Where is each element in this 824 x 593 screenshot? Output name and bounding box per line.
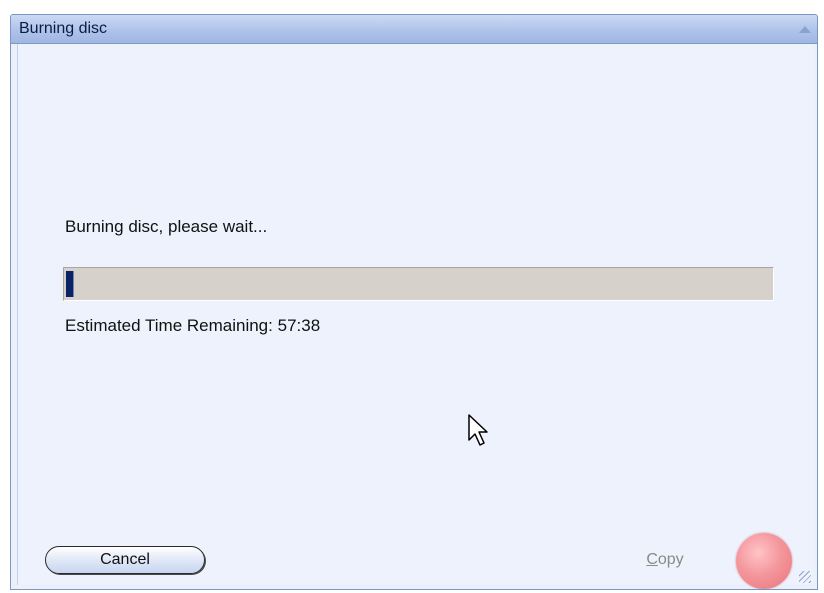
- resize-grip-icon[interactable]: [799, 571, 811, 583]
- time-remaining: Estimated Time Remaining: 57:38: [65, 316, 320, 336]
- record-icon[interactable]: [736, 533, 792, 589]
- window-title: Burning disc: [19, 20, 108, 37]
- titlebar[interactable]: Burning disc: [11, 15, 817, 44]
- chevron-up-icon[interactable]: [799, 26, 811, 33]
- copy-accesskey: C: [646, 551, 658, 568]
- mouse-pointer-icon: [468, 414, 488, 446]
- status-message: Burning disc, please wait...: [65, 217, 268, 236]
- copy-label: opy: [657, 551, 684, 568]
- copy-button[interactable]: Copy: [630, 548, 700, 572]
- time-remaining-value: 57:38: [277, 316, 321, 335]
- dialog-content: Burning disc, please wait... Estimated T…: [17, 44, 813, 589]
- burning-disc-dialog: Burning disc Burning disc, please wait..…: [10, 14, 818, 590]
- time-remaining-label: Estimated Time Remaining:: [65, 316, 273, 335]
- progress-fill: [66, 271, 74, 297]
- progress-bar: [63, 267, 774, 301]
- cancel-button[interactable]: Cancel: [45, 546, 205, 574]
